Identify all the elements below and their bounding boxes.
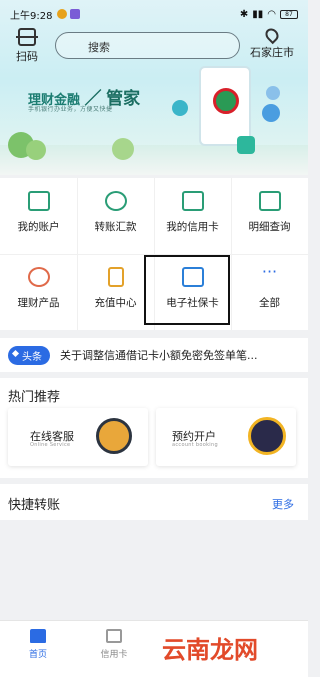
- function-credit-card[interactable]: 我的信用卡: [154, 178, 231, 254]
- quick-transfer-section: 快捷转账 更多: [0, 484, 308, 520]
- headline-text: 关于调整信通借记卡小额免密免签单笔...: [60, 349, 258, 362]
- more-link[interactable]: 更多: [272, 496, 294, 512]
- more-dots-icon: ···: [261, 262, 278, 281]
- app-notification-icon: [70, 9, 81, 19]
- detail-list-icon: [258, 191, 281, 211]
- account-booking-card[interactable]: 预约开户 account booking: [156, 408, 296, 466]
- function-transfer[interactable]: 转账汇款: [77, 178, 154, 254]
- function-label: 全部: [259, 297, 280, 309]
- credit-card-icon: [181, 191, 204, 211]
- card-subtitle: account booking: [172, 442, 218, 448]
- transfer-coin-icon: [104, 191, 127, 211]
- online-service-card[interactable]: 在线客服 Online Service: [8, 408, 148, 466]
- credit-card-icon: [106, 629, 122, 643]
- function-all[interactable]: ··· 全部: [231, 254, 308, 330]
- function-finance-products[interactable]: 理财产品: [0, 254, 77, 330]
- status-time: 上午9:28: [10, 10, 53, 22]
- banner-ground: [0, 145, 308, 175]
- scan-icon: [16, 28, 38, 46]
- search-input[interactable]: 搜索: [55, 32, 240, 59]
- search-placeholder: 搜索: [88, 41, 110, 54]
- section-title: 热门推荐: [8, 390, 61, 405]
- function-my-account[interactable]: 我的账户: [0, 178, 77, 254]
- wifi-icon: ◠: [267, 8, 276, 20]
- signal-icon: ▮▮: [252, 8, 264, 20]
- top-bar: 扫码 搜索 石家庄市: [0, 25, 308, 66]
- nav-home[interactable]: 首页: [8, 629, 68, 660]
- function-label: 明细查询: [248, 221, 291, 233]
- nav-credit-card[interactable]: 信用卡: [84, 629, 144, 660]
- refresh-bubble-icon: [172, 100, 188, 116]
- location-pin-icon: [262, 25, 282, 45]
- phone-illustration: [199, 66, 251, 146]
- battery-icon: 87: [280, 9, 298, 19]
- function-label: 理财产品: [17, 297, 60, 309]
- watermark: 云南龙网: [162, 636, 258, 664]
- bottom-nav: 首页 信用卡: [0, 620, 308, 677]
- function-label: 转账汇款: [94, 221, 137, 233]
- headline-tag: 头条: [8, 345, 50, 365]
- bluetooth-icon: ✱: [239, 8, 249, 20]
- customer-service-avatar-icon: [96, 418, 132, 454]
- card-bubble-icon: [237, 136, 255, 154]
- scan-button[interactable]: 扫码: [12, 28, 42, 64]
- coin-bubble-icon: [266, 86, 280, 100]
- hot-recommend-section: 热门推荐 在线客服 Online Service 预约开户 account bo…: [0, 378, 308, 478]
- finance-chart-icon: [27, 267, 50, 287]
- clock-bubble-icon: [262, 104, 280, 122]
- tree-illustration: [112, 138, 134, 160]
- scan-label: 扫码: [16, 50, 38, 63]
- nav-label: 首页: [28, 650, 47, 660]
- status-bar: 上午9:28 ✱ ▮▮ ◠ 87: [0, 0, 308, 28]
- home-icon: [30, 629, 46, 643]
- city-selector[interactable]: 石家庄市: [242, 25, 302, 60]
- phone-recharge-icon: [107, 267, 124, 287]
- tree-illustration: [26, 140, 46, 160]
- account-card-icon: [27, 191, 50, 211]
- headline-news[interactable]: 头条 关于调整信通借记卡小额免密免签单笔...: [0, 338, 308, 372]
- nav-label: 信用卡: [100, 650, 128, 660]
- alarm-icon: [57, 9, 68, 19]
- card-subtitle: Online Service: [30, 442, 71, 448]
- section-title: 快捷转账: [8, 498, 61, 513]
- highlight-box: [144, 255, 230, 325]
- function-label: 我的信用卡: [166, 221, 219, 233]
- function-label: 我的账户: [17, 221, 60, 233]
- city-label: 石家庄市: [250, 46, 294, 59]
- function-label: 充值中心: [94, 297, 137, 309]
- function-recharge[interactable]: 充值中心: [77, 254, 154, 330]
- function-detail-query[interactable]: 明细查询: [231, 178, 308, 254]
- clock-icon: [248, 417, 286, 455]
- bank-logo-icon: [213, 88, 239, 114]
- banner-subtitle: 手机银行办业务，方便又快捷: [28, 106, 113, 113]
